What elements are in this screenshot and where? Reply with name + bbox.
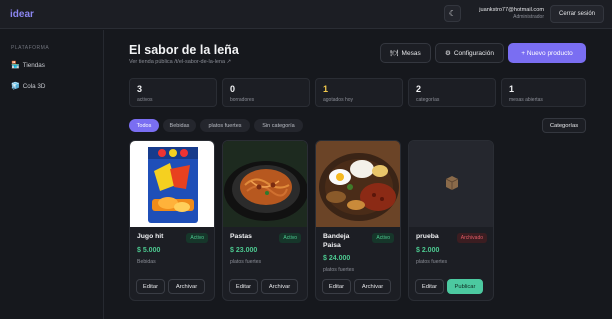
stat-value: 3: [137, 84, 143, 94]
stat-label: agotados hoy: [323, 97, 354, 103]
product-price: $ 5.000: [137, 247, 161, 254]
public-store-link[interactable]: Ver tienda pública /t/el-sabor-de-la-len…: [129, 59, 231, 65]
mesas-label: Mesas: [401, 49, 421, 57]
product-image: [223, 141, 307, 227]
stat-label: activos: [137, 97, 153, 103]
top-bar: idear ☾ juankstro77@hotmail.com Administ…: [0, 0, 612, 29]
stat-value: 0: [230, 84, 236, 94]
filter-chip-platos[interactable]: platos fuertes: [200, 119, 250, 132]
user-role: Administrador: [513, 14, 544, 20]
stat-borradores: 0 borradores: [222, 78, 310, 107]
sidebar-item-cola-3d[interactable]: 🧊 Cola 3D: [11, 82, 46, 91]
product-price: $ 2.000: [416, 247, 440, 254]
sidebar-item-label: Cola 3D: [22, 82, 46, 90]
stat-agotados: 1 agotados hoy: [315, 78, 403, 107]
app-logo[interactable]: idear: [10, 9, 34, 20]
product-image: [316, 141, 400, 227]
product-image: [130, 141, 214, 227]
stat-activos: 3 activos: [129, 78, 217, 107]
config-label: Configuración: [453, 49, 494, 57]
new-product-button[interactable]: + Nuevo producto: [508, 43, 586, 63]
product-image-placeholder: [409, 141, 493, 227]
box-icon: [445, 176, 459, 190]
product-name: Pastas: [230, 233, 252, 240]
product-category: platos fuertes: [416, 259, 448, 265]
store-icon: 🏪: [11, 62, 20, 69]
product-card: Pastas Activo $ 23.000 platos fuertes Ed…: [222, 140, 308, 301]
product-category: Bebidas: [137, 259, 156, 265]
edit-button[interactable]: Editar: [136, 279, 165, 294]
filter-chip-todos[interactable]: Todos: [129, 119, 159, 132]
status-badge: Activo: [186, 233, 208, 243]
stat-label: categorías: [416, 97, 440, 103]
archive-button[interactable]: Archivar: [261, 279, 298, 294]
product-category: platos fuertes: [230, 259, 262, 265]
status-badge: Archivado: [456, 233, 487, 243]
stat-value: 1: [509, 84, 515, 94]
product-name: prueba: [416, 233, 439, 240]
user-info: juankstro77@hotmail.com Administrador: [479, 7, 544, 21]
config-button[interactable]: ⚙ Configuración: [435, 43, 504, 63]
edit-button[interactable]: Editar: [229, 279, 258, 294]
edit-button[interactable]: Editar: [322, 279, 351, 294]
queue-icon: 🧊: [11, 83, 20, 90]
user-email: juankstro77@hotmail.com: [479, 7, 544, 13]
categories-button[interactable]: Categorías: [542, 118, 586, 133]
archive-button[interactable]: Archivar: [168, 279, 205, 294]
stat-value: 1: [323, 84, 329, 94]
product-card: prueba Archivado $ 2.000 platos fuertes …: [408, 140, 494, 301]
sidebar: PLATAFORMA 🏪 Tiendas 🧊 Cola 3D: [0, 30, 104, 319]
page-title: El sabor de la leña: [129, 43, 239, 57]
product-card: Jugo hit Activo $ 5.000 Bebidas Editar A…: [129, 140, 215, 301]
product-category: platos fuertes: [323, 267, 355, 273]
sidebar-item-label: Tiendas: [22, 61, 45, 69]
sidebar-section-label: PLATAFORMA: [11, 45, 50, 51]
archive-button[interactable]: Archivar: [354, 279, 391, 294]
publish-button[interactable]: Publicar: [447, 279, 483, 294]
gear-icon: ⚙: [445, 50, 451, 57]
filter-chip-bebidas[interactable]: Bebidas: [163, 119, 196, 132]
status-badge: Activo: [279, 233, 301, 243]
filter-chip-sin-categoria[interactable]: Sin categoría: [254, 119, 303, 132]
product-card: Bandeja Paisa Activo $ 24.000 platos fue…: [315, 140, 401, 301]
product-price: $ 23.000: [230, 247, 258, 254]
status-badge: Activo: [372, 233, 394, 243]
product-name: Jugo hit: [137, 233, 164, 240]
table-icon: 🍽: [390, 50, 399, 57]
stat-label: borradores: [230, 97, 255, 103]
edit-button[interactable]: Editar: [415, 279, 444, 294]
stat-mesas: 1 mesas abiertas: [501, 78, 586, 107]
product-price: $ 24.000: [323, 255, 351, 262]
stat-categorias: 2 categorías: [408, 78, 496, 107]
moon-icon[interactable]: ☾: [444, 5, 461, 22]
mesas-button[interactable]: 🍽 Mesas: [380, 43, 431, 63]
product-name: Bandeja Paisa: [323, 233, 350, 249]
sidebar-item-tiendas[interactable]: 🏪 Tiendas: [11, 61, 45, 70]
stat-value: 2: [416, 84, 422, 94]
logout-button[interactable]: Cerrar sesión: [550, 5, 604, 23]
stat-label: mesas abiertas: [509, 97, 543, 103]
